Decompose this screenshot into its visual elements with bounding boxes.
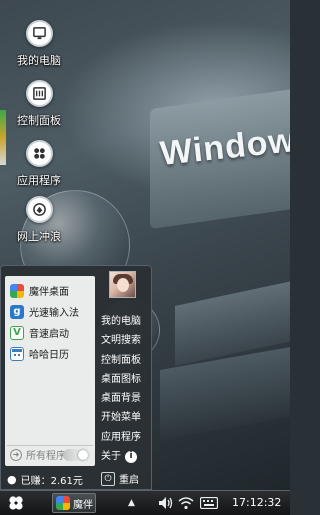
all-programs-label: 所有程序 [26,451,66,462]
mobon-icon [56,496,70,510]
menu-link-desktop-background[interactable]: 桌面背景 [101,389,149,408]
desktop-icon-web-surf[interactable]: 网上冲浪 [9,196,69,244]
calendar-icon [10,346,24,361]
desktop-icon-control-panel[interactable]: 控制面板 [9,80,69,128]
apps-icon [25,140,53,167]
taskbar-item-mobon[interactable]: 魔伴 [52,493,96,513]
menu-link-about[interactable]: 关于 i [101,447,149,466]
info-icon: i [125,450,137,463]
menu-link-my-computer[interactable]: 我的电脑 [101,312,149,331]
control-panel-icon [25,80,53,107]
menu-link-control-panel[interactable]: 控制面板 [101,351,149,370]
taskbar-item-label: 魔伴 [73,499,93,511]
app-item-launcher[interactable]: V 音速启动 [5,322,95,343]
app-item-label: 音速启动 [29,329,69,340]
wifi-icon[interactable] [178,491,194,515]
restart-button[interactable]: ⏻ 重启 [101,471,139,486]
earnings-text: 已赚：2.61元 [20,475,83,487]
computer-icon [25,20,53,47]
volume-icon[interactable] [158,491,174,515]
about-label: 关于 [101,451,121,463]
app-item-label: 哈哈日历 [29,350,69,361]
menu-link-search[interactable]: 文明搜索 [101,331,149,350]
power-icon: ⏻ [101,471,115,486]
taskbar: 魔伴 ▲ 17:12:32 [0,490,290,515]
all-programs-button[interactable]: ➜ 所有程序 [7,445,93,463]
app-item-input-method[interactable]: g 光速输入法 [5,301,95,322]
launcher-icon: V [10,325,24,340]
browser-icon [25,196,53,223]
start-menu: 魔伴桌面 g 光速输入法 V 音速启动 哈哈日历 ➜ 所有程序 我的电脑 文明搜… [0,265,152,490]
desktop-icon-label: 网上冲浪 [17,230,61,243]
desktop-icon-label: 我的电脑 [17,54,61,67]
tray-expand-icon[interactable]: ▲ [128,491,135,515]
app-item-label: 光速输入法 [29,308,79,319]
arrow-right-icon: ➜ [10,448,22,461]
menu-link-start-menu[interactable]: 开始菜单 [101,408,149,427]
input-method-icon: g [10,304,24,319]
menu-link-desktop-icons[interactable]: 桌面图标 [101,370,149,389]
desktop-icon-my-computer[interactable]: 我的电脑 [9,20,69,68]
mobon-desktop-icon [10,283,24,298]
taskbar-clock[interactable]: 17:12:32 [232,496,281,509]
desktop-icon-label: 应用程序 [17,174,61,187]
desktop-icon-label: 控制面板 [17,114,61,127]
all-programs-toggle[interactable] [63,449,89,461]
menu-link-applications[interactable]: 应用程序 [101,428,149,447]
restart-label: 重启 [119,475,139,486]
desktop-icon-applications[interactable]: 应用程序 [9,140,69,188]
earnings-bar: ● 已赚：2.61元 ⏻ 重启 [1,469,151,489]
start-menu-apps-panel: 魔伴桌面 g 光速输入法 V 音速启动 哈哈日历 ➜ 所有程序 [5,276,95,466]
money-bag-icon: ● [7,472,17,486]
keyboard-icon[interactable] [200,491,218,515]
start-menu-right-links: 我的电脑 文明搜索 控制面板 桌面图标 桌面背景 开始菜单 应用程序 关于 i [101,312,149,466]
wallpaper-edge-strip [0,110,6,165]
start-button[interactable] [4,493,28,513]
clover-icon [9,496,23,510]
user-avatar[interactable] [109,271,136,298]
app-item-label: 魔伴桌面 [29,287,69,298]
app-item-mobon-desktop[interactable]: 魔伴桌面 [5,280,95,301]
app-item-calendar[interactable]: 哈哈日历 [5,343,95,364]
